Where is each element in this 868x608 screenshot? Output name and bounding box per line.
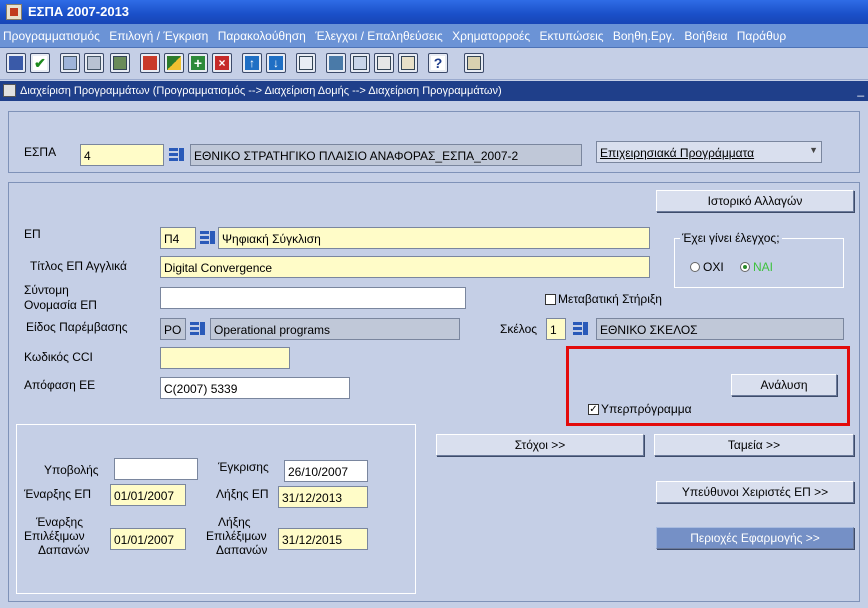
submission-label: Υποβολής [44, 463, 99, 477]
cci-label: Κωδικός CCI [24, 350, 93, 364]
regions-button[interactable]: Περιοχές Εφαρμογής >> [656, 527, 854, 549]
skelos-list-icon[interactable] [572, 319, 590, 339]
menu-item-tools[interactable]: Βοηθη.Εργ. [610, 24, 678, 47]
ep-list-icon[interactable] [199, 228, 217, 248]
short-name-label-2: Ονομασία ΕΠ [24, 298, 97, 312]
query-icon[interactable] [326, 53, 346, 73]
subprogram-checkbox[interactable]: ✓ [588, 404, 599, 415]
menu-item-help[interactable]: Βοήθεια [681, 24, 730, 47]
elig-end-label-3: Δαπανών [216, 543, 268, 557]
approval-field[interactable]: 26/10/2007 [284, 460, 368, 482]
ep-label: ΕΠ [24, 227, 41, 241]
minimize-icon[interactable]: _ [857, 83, 864, 97]
intervention-code-field: PO [160, 318, 186, 340]
radio-no-label: ΟΧΙ [703, 260, 724, 274]
app-icon [6, 4, 22, 20]
pen-icon[interactable] [164, 53, 184, 73]
insert-record-icon[interactable]: + [188, 53, 208, 73]
duplicate-icon[interactable] [110, 53, 130, 73]
clear-record-icon[interactable] [84, 53, 104, 73]
analysis-button[interactable]: Ανάλυση [731, 374, 837, 396]
elig-end-label-2: Επιλέξιμων [206, 529, 267, 543]
transitional-label: Μεταβατική Στήριξη [558, 292, 662, 306]
ep-name-field[interactable]: Ψηφιακή Σύγκλιση [218, 227, 650, 249]
transitional-checkbox[interactable] [545, 294, 556, 305]
intervention-list-icon[interactable] [189, 319, 207, 339]
checked-group-label: Έχει γίνει έλεγχος; [680, 231, 782, 245]
elig-start-field[interactable]: 01/01/2007 [110, 528, 186, 550]
espa-list-icon[interactable] [168, 145, 186, 165]
approval-label: Έγκρισης [218, 460, 269, 474]
short-name-label-1: Σύντομη [24, 283, 69, 297]
managers-button[interactable]: Υπεύθυνοι Χειριστές ΕΠ >> [656, 481, 854, 503]
radio-no[interactable] [690, 262, 700, 272]
subwindow-icon [3, 84, 16, 97]
title-en-field[interactable]: Digital Convergence [160, 256, 650, 278]
intervention-label: Είδος Παρέμβασης [26, 320, 128, 334]
menu-item-window[interactable]: Παράθυρ [734, 24, 789, 47]
elig-start-label-1: Έναρξης [36, 515, 84, 529]
espa-label: ΕΣΠΑ [24, 145, 57, 159]
espa-code-field[interactable]: 4 [80, 144, 164, 166]
list-icon[interactable] [296, 53, 316, 73]
goals-button[interactable]: Στόχοι >> [436, 434, 644, 456]
window-title: ΕΣΠΑ 2007-2013 [28, 4, 130, 19]
accept-icon[interactable]: ✔ [30, 53, 50, 73]
radio-yes-label: ΝΑΙ [753, 260, 774, 274]
menu-item-selection-approval[interactable]: Επιλογή / Έγκριση [106, 24, 211, 47]
title-en-label: Τίτλος ΕΠ Αγγλικά [30, 259, 127, 273]
end-label: Λήξης ΕΠ [216, 487, 269, 501]
clear-icon[interactable] [140, 53, 160, 73]
elig-start-label-3: Δαπανών [38, 543, 90, 557]
submission-field[interactable] [114, 458, 198, 480]
end-field[interactable]: 31/12/2013 [278, 486, 368, 508]
save-icon[interactable] [6, 53, 26, 73]
ep-code-field[interactable]: Π4 [160, 227, 196, 249]
subwindow-title-bar: Διαχείριση Προγραμμάτων (Προγραμματισμός… [0, 81, 868, 101]
menu-item-cashflows[interactable]: Χρηματορροές [449, 24, 533, 47]
prev-record-icon[interactable]: ↑ [242, 53, 262, 73]
cci-field[interactable] [160, 347, 290, 369]
elig-end-field[interactable]: 31/12/2015 [278, 528, 368, 550]
exit-icon[interactable] [464, 53, 484, 73]
skelos-label: Σκέλος [500, 322, 538, 336]
chevron-down-icon[interactable]: ▼ [809, 145, 818, 155]
elig-start-label-2: Επιλέξιμων [24, 529, 85, 543]
menu-item-prints[interactable]: Εκτυπώσεις [537, 24, 607, 47]
start-field[interactable]: 01/01/2007 [110, 484, 186, 506]
program-type-value: Επιχειρησιακά Προγράμματα [600, 146, 755, 160]
enter-query-icon[interactable] [350, 53, 370, 73]
skelos-code-field[interactable]: 1 [546, 318, 566, 340]
espa-name-field: ΕΘΝΙΚΟ ΣΤΡΑΤΗΓΙΚΟ ΠΛΑΙΣΙΟ ΑΝΑΦΟΡΑΣ_ΕΣΠΑ_… [190, 144, 582, 166]
subprogram-label: Υπερπρόγραμμα [601, 402, 692, 416]
delete-record-icon[interactable]: × [212, 53, 232, 73]
copy-record-icon[interactable] [60, 53, 80, 73]
menu-item-checks[interactable]: Έλεγχοι / Επαληθεύσεις [312, 24, 446, 47]
window-title-bar: ΕΣΠΑ 2007-2013 [0, 0, 868, 24]
execute-query-icon[interactable] [374, 53, 394, 73]
start-label: Έναρξης ΕΠ [24, 487, 92, 501]
menu-bar: Προγραμματισμός Επιλογή / Έγκριση Παρακο… [0, 24, 868, 48]
toolbar: ✔ + × ↑ ↓ ? [0, 48, 868, 80]
funds-button[interactable]: Ταμεία >> [654, 434, 854, 456]
subwindow-title: Διαχείριση Προγραμμάτων (Προγραμματισμός… [20, 85, 502, 97]
decision-label: Απόφαση ΕΕ [24, 378, 96, 392]
skelos-name-field: ΕΘΝΙΚΟ ΣΚΕΛΟΣ [596, 318, 844, 340]
history-button[interactable]: Ιστορικό Αλλαγών [656, 190, 854, 212]
next-record-icon[interactable]: ↓ [266, 53, 286, 73]
decision-field[interactable]: C(2007) 5339 [160, 377, 350, 399]
menu-item-programming[interactable]: Προγραμματισμός [0, 24, 103, 47]
short-name-field[interactable] [160, 287, 466, 309]
program-type-select[interactable]: Επιχειρησιακά Προγράμματα ▼ [596, 141, 822, 163]
print-icon[interactable] [398, 53, 418, 73]
menu-item-monitoring[interactable]: Παρακολούθηση [215, 24, 309, 47]
dates-panel [16, 424, 416, 594]
help-icon[interactable]: ? [428, 53, 448, 73]
elig-end-label-1: Λήξης [218, 515, 251, 529]
intervention-name-field: Operational programs [210, 318, 460, 340]
radio-yes[interactable] [740, 262, 750, 272]
